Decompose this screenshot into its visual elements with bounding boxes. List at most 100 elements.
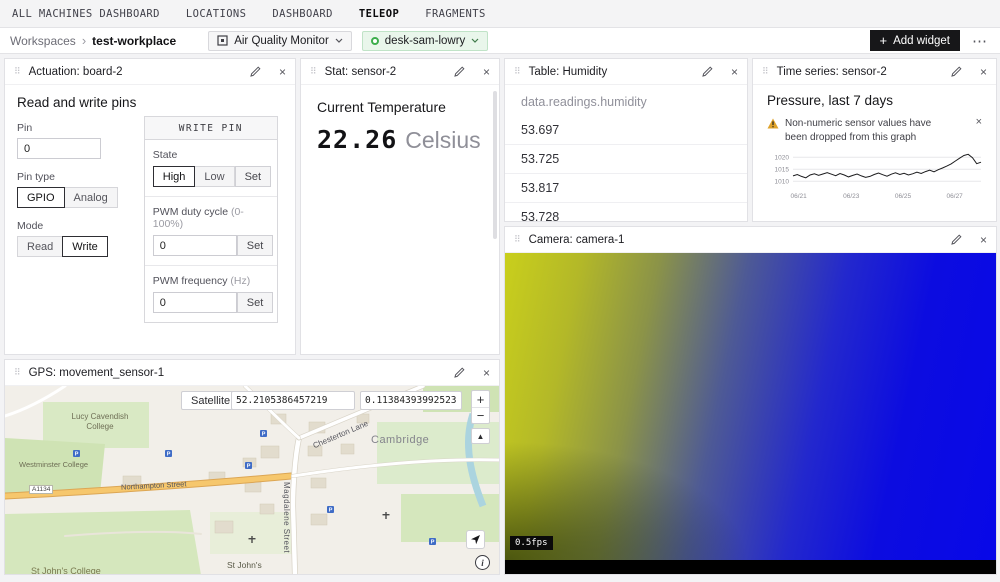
set-state-button[interactable]: Set	[235, 166, 272, 187]
close-widget-button[interactable]: ×	[980, 234, 987, 246]
table-row: 53.728	[505, 203, 747, 221]
widget-timeseries: ⠿ Time series: sensor-2 × Pressure, last…	[752, 58, 997, 222]
camera-body: 0.5fps	[505, 253, 996, 574]
scrollbar[interactable]	[493, 91, 497, 239]
edit-widget-button[interactable]	[454, 66, 465, 77]
mode-read-button[interactable]: Read	[17, 236, 63, 257]
svg-text:06/23: 06/23	[843, 193, 860, 200]
nav-tab-fragments[interactable]: FRAGMENTS	[425, 8, 486, 20]
state-label: State	[153, 149, 269, 161]
workspace-toolbar: Workspaces › test-workplace Air Quality …	[0, 28, 1000, 54]
overflow-menu-icon[interactable]: ⋯	[970, 32, 990, 50]
table-row: 53.817	[505, 174, 747, 203]
drag-handle-icon[interactable]: ⠿	[14, 367, 21, 378]
map-canvas[interactable]: P P P P P P	[5, 386, 499, 574]
timeseries-body: Pressure, last 7 days Non-numeric sensor…	[753, 85, 996, 221]
svg-text:P: P	[262, 432, 266, 438]
close-widget-button[interactable]: ×	[483, 367, 490, 379]
drag-handle-icon[interactable]: ⠿	[762, 66, 769, 77]
mode-segmented: Read Write	[17, 236, 118, 257]
drag-handle-icon[interactable]: ⠿	[514, 66, 521, 77]
edit-widget-button[interactable]	[951, 234, 962, 245]
actuation-body: Read and write pins Pin Pin type GPIO An…	[5, 85, 295, 354]
set-pwm-frequency-button[interactable]: Set	[237, 292, 274, 313]
widget-header: ⠿ Stat: sensor-2 ×	[301, 59, 499, 85]
timeseries-heading: Pressure, last 7 days	[767, 93, 982, 108]
warning-icon	[767, 118, 779, 129]
nav-tab-teleop[interactable]: TELEOP	[359, 8, 399, 20]
locate-button[interactable]	[466, 530, 485, 549]
machine-part-dropdown[interactable]: desk-sam-lowry	[362, 31, 489, 51]
machine-select-value: Air Quality Monitor	[234, 35, 329, 47]
dismiss-warning-button[interactable]: ×	[976, 117, 982, 128]
pin-type-label: Pin type	[17, 171, 118, 183]
mode-write-button[interactable]: Write	[62, 236, 107, 257]
pwm-frequency-input[interactable]	[153, 292, 237, 313]
mode-label: Mode	[17, 220, 118, 232]
drag-handle-icon[interactable]: ⠿	[310, 66, 317, 77]
drag-handle-icon[interactable]: ⠿	[514, 234, 521, 245]
widget-header: ⠿ Time series: sensor-2 ×	[753, 59, 996, 85]
map-attribution-info-icon[interactable]: i	[475, 555, 490, 570]
edit-widget-button[interactable]	[702, 66, 713, 77]
nav-tab-all-machines-dashboard[interactable]: ALL MACHINES DASHBOARD	[12, 8, 160, 20]
zoom-controls: + −	[471, 390, 490, 424]
close-widget-button[interactable]: ×	[279, 66, 286, 78]
machine-icon	[217, 35, 228, 46]
latitude-input[interactable]	[231, 391, 355, 410]
zoom-out-button[interactable]: −	[472, 407, 489, 423]
widget-table: ⠿ Table: Humidity × data.readings.humidi…	[504, 58, 748, 222]
pin-type-analog-button[interactable]: Analog	[64, 187, 118, 208]
section-title: Read and write pins	[17, 95, 283, 110]
state-segmented: High Low	[153, 166, 235, 187]
state-high-button[interactable]: High	[153, 166, 196, 187]
svg-text:1015: 1015	[775, 167, 790, 174]
svg-text:P: P	[75, 452, 79, 458]
svg-text:1020: 1020	[775, 155, 790, 162]
widget-gps: ⠿ GPS: movement_sensor-1 ×	[4, 359, 500, 575]
nav-tab-dashboard[interactable]: DASHBOARD	[272, 8, 333, 20]
warning-banner: Non-numeric sensor values have been drop…	[767, 117, 982, 144]
stat-body: Current Temperature 22.26 Celsius	[301, 85, 499, 354]
zoom-in-button[interactable]: +	[472, 391, 489, 407]
widget-actuation: ⠿ Actuation: board-2 × Read and write pi…	[4, 58, 296, 355]
breadcrumb-workspaces-link[interactable]: Workspaces	[10, 34, 76, 48]
nav-tab-locations[interactable]: LOCATIONS	[186, 8, 247, 20]
widget-title: Actuation: board-2	[29, 66, 123, 78]
pwm-duty-input[interactable]	[153, 235, 237, 256]
online-status-icon	[371, 37, 379, 45]
map-compass-button[interactable]: ▲	[471, 428, 490, 444]
edit-widget-button[interactable]	[250, 66, 261, 77]
widget-title: GPS: movement_sensor-1	[29, 367, 165, 379]
pressure-line-chart: 10101015102006/2106/2306/2506/27	[767, 146, 983, 204]
map-container: P P P P P P Lucy Cavendish College Westm…	[5, 386, 499, 574]
edit-widget-button[interactable]	[454, 367, 465, 378]
state-low-button[interactable]: Low	[194, 166, 234, 187]
pin-input[interactable]	[17, 138, 101, 159]
widget-title: Time series: sensor-2	[777, 66, 887, 78]
widget-title: Camera: camera-1	[529, 234, 625, 246]
stat-unit: Celsius	[405, 127, 480, 154]
table-row: 53.725	[505, 145, 747, 174]
pin-type-gpio-button[interactable]: GPIO	[17, 187, 65, 208]
svg-text:P: P	[431, 540, 435, 546]
warning-text: Non-numeric sensor values have been drop…	[785, 117, 953, 144]
close-widget-button[interactable]: ×	[731, 66, 738, 78]
plus-icon: +	[880, 34, 888, 47]
camera-stream-image	[505, 253, 996, 560]
close-widget-button[interactable]: ×	[483, 66, 490, 78]
pin-label: Pin	[17, 122, 118, 134]
stat-value: 22.26	[317, 125, 397, 154]
longitude-input[interactable]	[360, 391, 462, 410]
machine-select-dropdown[interactable]: Air Quality Monitor	[208, 31, 352, 51]
close-widget-button[interactable]: ×	[980, 66, 987, 78]
set-pwm-duty-button[interactable]: Set	[237, 235, 274, 256]
edit-widget-button[interactable]	[951, 66, 962, 77]
add-widget-label: Add widget	[893, 35, 950, 47]
add-widget-button[interactable]: + Add widget	[870, 30, 961, 51]
pwm-frequency-hint: (Hz)	[230, 275, 250, 287]
drag-handle-icon[interactable]: ⠿	[14, 66, 21, 77]
table-row: 53.697	[505, 116, 747, 145]
svg-text:P: P	[247, 464, 251, 470]
stat-heading: Current Temperature	[317, 99, 483, 115]
